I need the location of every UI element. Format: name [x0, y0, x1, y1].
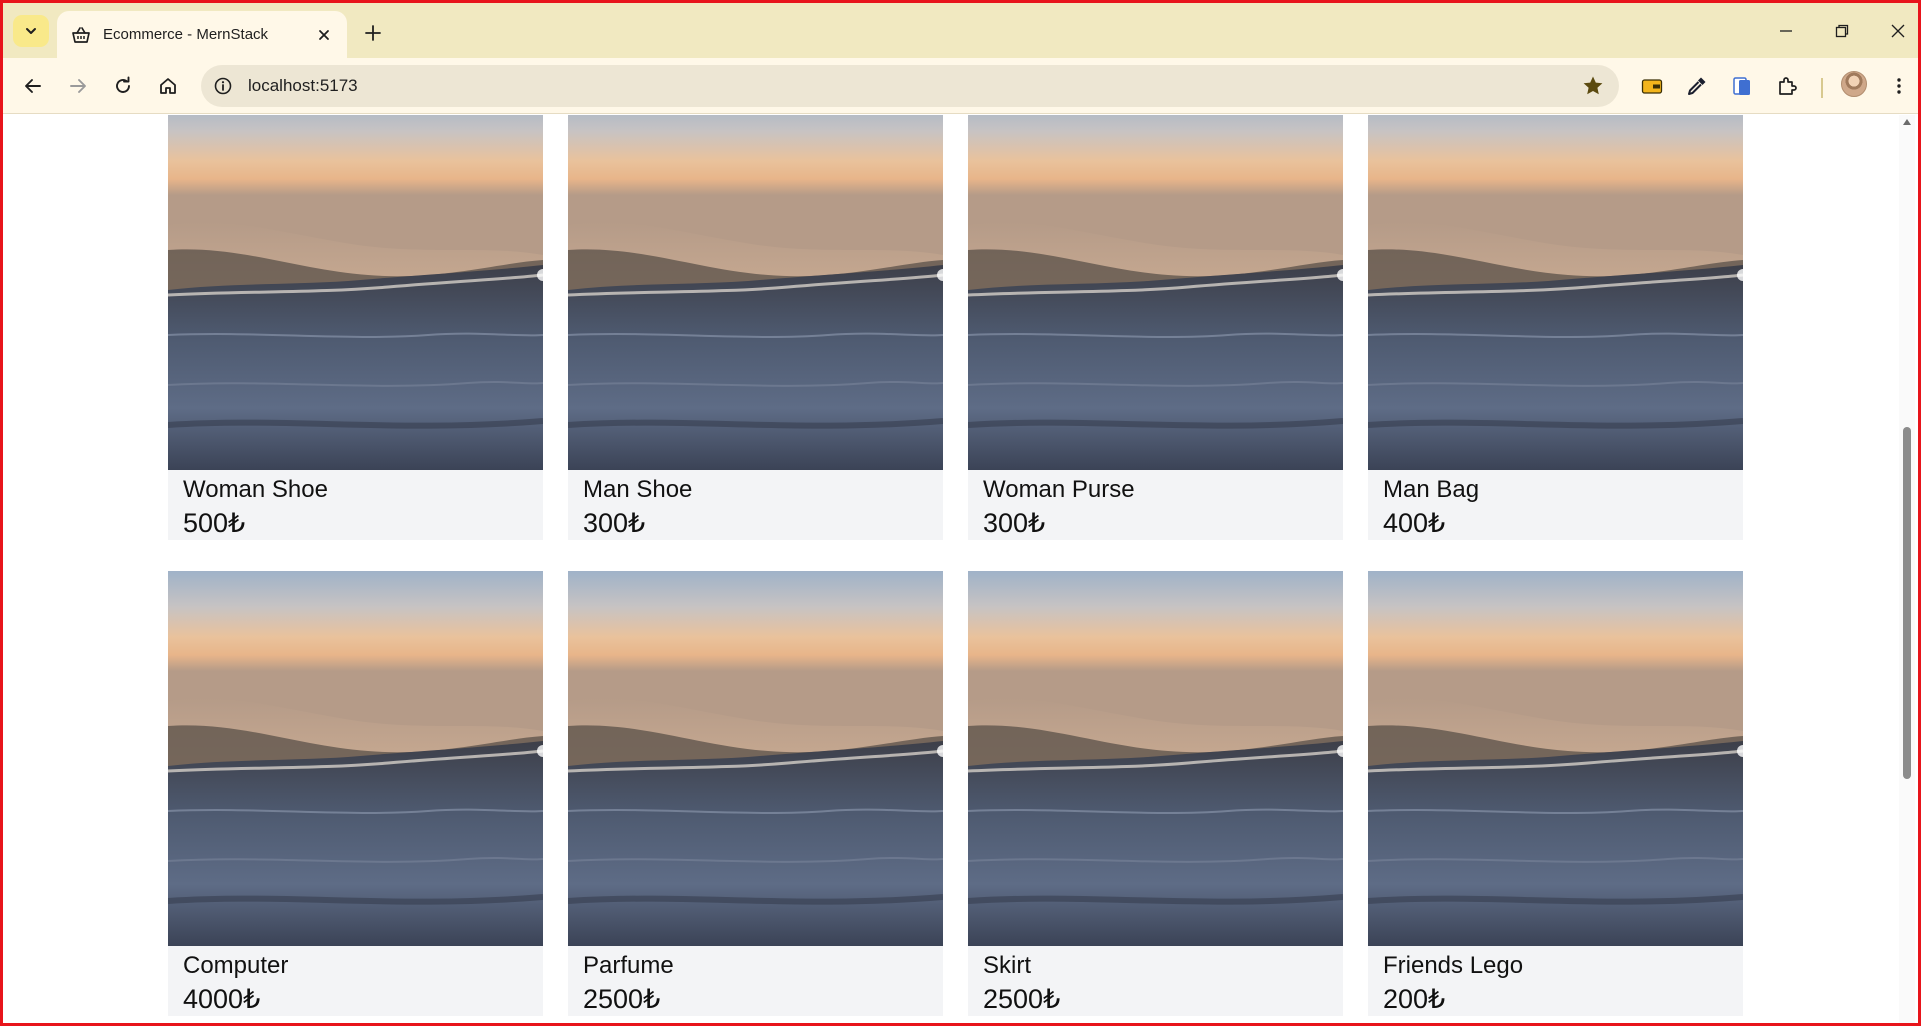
arrow-left-icon: [25, 79, 41, 93]
site-info-button[interactable]: [211, 74, 235, 98]
product-name[interactable]: Woman Shoe: [168, 470, 543, 505]
product-price: 300₺: [983, 508, 1046, 538]
url-text[interactable]: localhost:5173: [248, 76, 358, 96]
info-icon: [214, 77, 232, 95]
product-card[interactable]: Friends Lego 200₺: [1368, 571, 1743, 1016]
product-card[interactable]: Woman Purse 300₺: [968, 115, 1343, 540]
arrow-right-icon: [70, 79, 86, 93]
product-image[interactable]: [1368, 115, 1743, 470]
product-name[interactable]: Parfume: [568, 946, 943, 981]
page-viewport: Woman Shoe 500₺ Man Shoe 300₺ Woman Purs…: [6, 115, 1918, 1023]
basket-icon: [72, 26, 90, 43]
product-image[interactable]: [968, 571, 1343, 946]
chevron-down-icon: [26, 28, 36, 34]
extensions-button[interactable]: [1771, 70, 1803, 102]
restore-icon: [1835, 24, 1849, 38]
home-button[interactable]: [152, 70, 184, 102]
close-window-button[interactable]: [1870, 13, 1918, 49]
product-image[interactable]: [568, 115, 943, 470]
toolbar-separator: [1821, 78, 1823, 98]
tab-strip: Ecommerce - MernStack: [3, 3, 1918, 58]
eyedropper-icon: [1688, 77, 1706, 95]
product-price: 300₺: [583, 508, 646, 538]
product-image[interactable]: [1368, 571, 1743, 946]
product-name[interactable]: Friends Lego: [1368, 946, 1743, 981]
extension-eyedropper-button[interactable]: [1681, 70, 1713, 102]
wallet-icon: [1641, 79, 1663, 94]
product-price: 2500₺: [583, 984, 661, 1014]
extension-docs-button[interactable]: [1726, 70, 1758, 102]
product-name[interactable]: Computer: [168, 946, 543, 981]
document-icon: [1733, 77, 1750, 95]
page-scrollbar[interactable]: [1899, 115, 1915, 1023]
tab-active[interactable]: Ecommerce - MernStack: [57, 11, 347, 58]
product-image[interactable]: [168, 115, 543, 470]
browser-toolbar: localhost:5173: [3, 58, 1918, 114]
reload-button[interactable]: [107, 70, 139, 102]
plus-icon: [365, 25, 381, 41]
back-button[interactable]: [17, 70, 49, 102]
product-price: 500₺: [183, 508, 246, 538]
more-vertical-icon: [1897, 78, 1901, 94]
bookmark-button[interactable]: [1581, 74, 1605, 98]
browser-window: Ecommerce - MernStack localhost:5173 Wom…: [0, 0, 1921, 1026]
product-name[interactable]: Man Bag: [1368, 470, 1743, 505]
product-name[interactable]: Skirt: [968, 946, 1343, 981]
product-card[interactable]: Parfume 2500₺: [568, 571, 943, 1016]
product-price: 4000₺: [183, 984, 261, 1014]
star-icon: [1583, 76, 1603, 95]
product-card[interactable]: Computer 4000₺: [168, 571, 543, 1016]
forward-button[interactable]: [62, 70, 94, 102]
tab-search-button[interactable]: [13, 15, 49, 47]
product-image[interactable]: [168, 571, 543, 946]
product-price: 200₺: [1383, 984, 1446, 1014]
product-image[interactable]: [968, 115, 1343, 470]
address-bar[interactable]: localhost:5173: [201, 65, 1619, 107]
product-card[interactable]: Woman Shoe 500₺: [168, 115, 543, 540]
product-name[interactable]: Woman Purse: [968, 470, 1343, 505]
menu-button[interactable]: [1883, 70, 1915, 102]
product-image[interactable]: [568, 571, 943, 946]
minimize-icon: [1780, 30, 1792, 32]
profile-avatar[interactable]: [1841, 71, 1867, 97]
close-icon: [1891, 24, 1905, 38]
product-price: 2500₺: [983, 984, 1061, 1014]
product-card[interactable]: Man Bag 400₺: [1368, 115, 1743, 540]
product-name[interactable]: Man Shoe: [568, 470, 943, 505]
tab-title: Ecommerce - MernStack: [103, 26, 269, 43]
restore-button[interactable]: [1814, 13, 1870, 49]
puzzle-icon: [1779, 77, 1797, 95]
tab-close-button[interactable]: [313, 24, 335, 46]
extension-wallet-button[interactable]: [1636, 70, 1668, 102]
minimize-button[interactable]: [1758, 13, 1814, 49]
product-price: 400₺: [1383, 508, 1446, 538]
home-icon: [160, 78, 176, 94]
product-card[interactable]: Skirt 2500₺: [968, 571, 1343, 1016]
scroll-up-arrow[interactable]: [1903, 119, 1911, 125]
close-icon: [319, 29, 329, 40]
product-card[interactable]: Man Shoe 300₺: [568, 115, 943, 540]
reload-icon: [116, 76, 130, 93]
new-tab-button[interactable]: [359, 19, 387, 47]
scroll-thumb[interactable]: [1903, 427, 1911, 779]
